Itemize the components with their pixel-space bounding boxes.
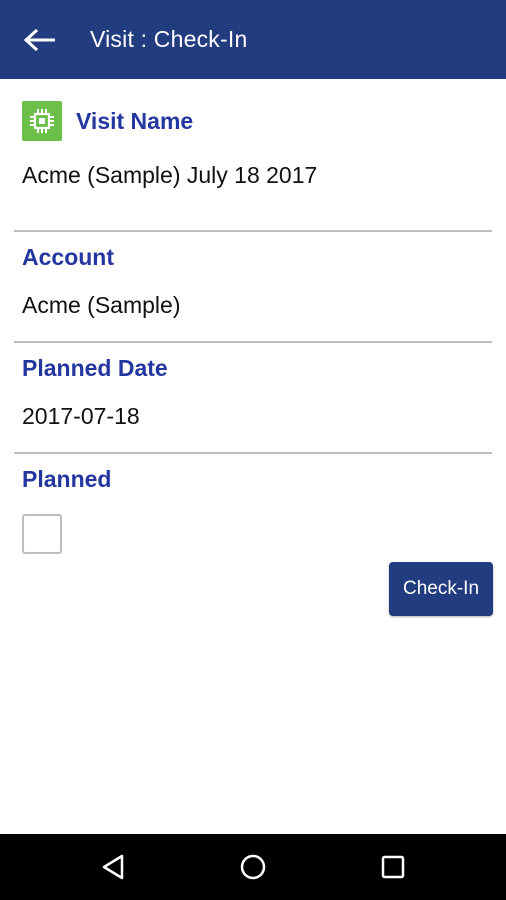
planned-date-label: Planned Date <box>22 355 168 381</box>
visit-name-field: Visit Name Acme (Sample) July 18 2017 <box>14 100 492 230</box>
visit-name-label: Visit Name <box>76 107 194 134</box>
chip-icon <box>22 101 62 141</box>
visit-name-label-row: Visit Name <box>14 100 492 142</box>
planned-checkbox[interactable] <box>22 514 62 554</box>
visit-name-value: Acme (Sample) July 18 2017 <box>22 162 318 188</box>
account-label: Account <box>22 244 114 270</box>
account-value: Acme (Sample) <box>22 292 181 318</box>
system-nav-bar <box>0 834 506 900</box>
account-field: Account Acme (Sample) <box>14 232 492 341</box>
check-in-button[interactable]: Check-In <box>389 562 493 616</box>
planned-date-value: 2017-07-18 <box>22 403 140 429</box>
back-button[interactable] <box>10 0 70 79</box>
nav-home-button[interactable] <box>183 834 323 900</box>
page-title: Visit : Check-In <box>90 26 248 52</box>
planned-date-field: Planned Date 2017-07-18 <box>14 343 492 452</box>
square-recents-icon <box>381 855 405 879</box>
triangle-back-icon <box>102 854 124 880</box>
app-bar: Visit : Check-In <box>0 0 506 79</box>
planned-label: Planned <box>22 466 112 492</box>
nav-recents-button[interactable] <box>323 834 463 900</box>
nav-back-button[interactable] <box>43 834 183 900</box>
visit-form: Visit Name Acme (Sample) July 18 2017 Ac… <box>0 79 506 584</box>
arrow-left-icon <box>23 28 55 51</box>
circle-home-icon <box>240 854 266 880</box>
